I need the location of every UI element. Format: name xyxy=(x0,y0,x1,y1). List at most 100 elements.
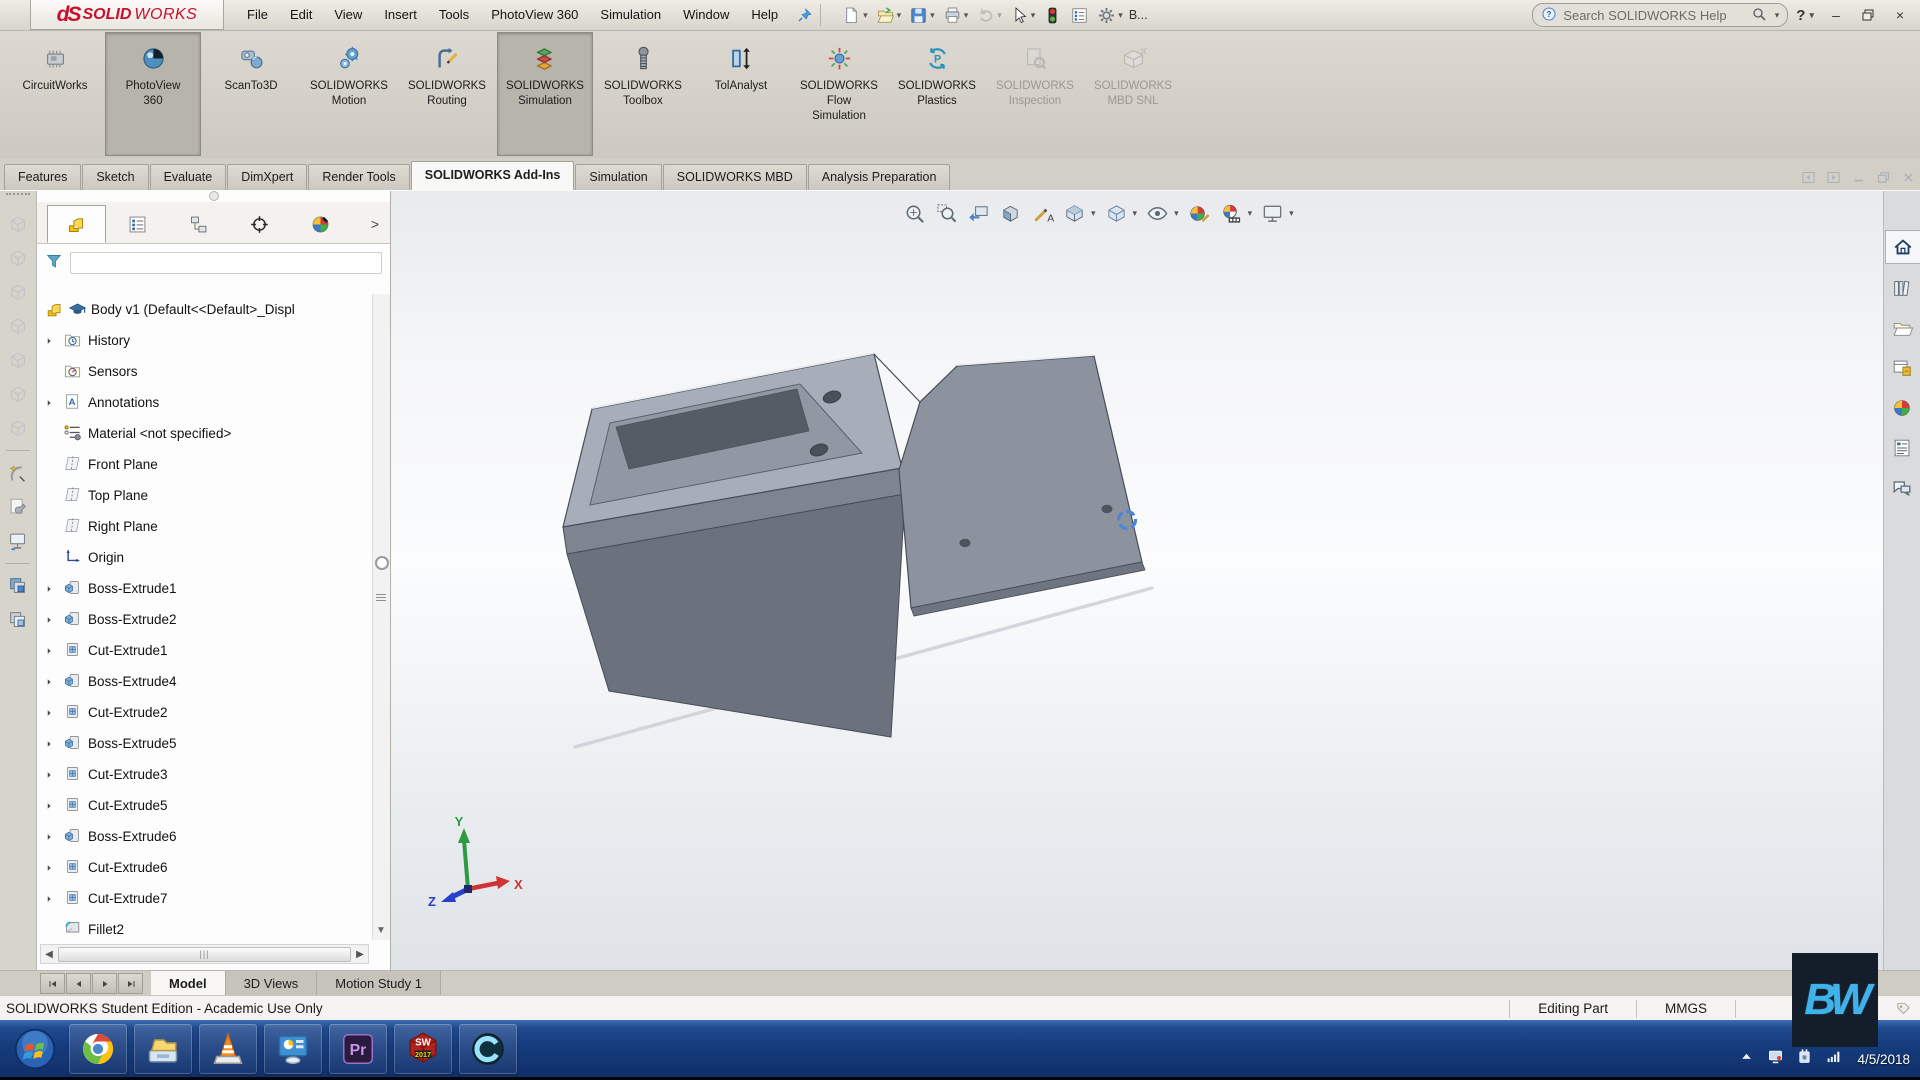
dropdown-caret-icon[interactable]: ▾ xyxy=(863,10,868,21)
expand-arrow-icon[interactable] xyxy=(41,739,57,749)
taskbar-chrome-button[interactable] xyxy=(69,1024,127,1074)
addin-photoview-button[interactable]: PhotoView 360 xyxy=(105,32,201,156)
expand-arrow-icon[interactable] xyxy=(41,801,57,811)
tree-item-cut-extrude5[interactable]: Cut-Extrude5 xyxy=(37,790,372,821)
filter-input[interactable] xyxy=(70,252,382,274)
menu-insert[interactable]: Insert xyxy=(373,0,428,30)
tree-item-boss-extrude1[interactable]: Boss-Extrude1 xyxy=(37,573,372,604)
expand-arrow-icon[interactable] xyxy=(41,398,57,408)
taskbar-camtasia-button[interactable] xyxy=(459,1024,517,1074)
tree-item-cut-extrude1[interactable]: Cut-Extrude1 xyxy=(37,635,372,666)
options-list-button[interactable] xyxy=(1068,4,1091,27)
addin-plastics-button[interactable]: PSOLIDWORKS Plastics xyxy=(889,32,985,156)
scrollbar-thumb[interactable]: ||| xyxy=(58,947,351,962)
win-next-icon[interactable] xyxy=(1826,170,1841,185)
tray-bars-icon[interactable] xyxy=(1824,1047,1843,1071)
nav-prev-button[interactable] xyxy=(66,973,91,994)
tree-root-item[interactable]: Body v1 (Default<<Default>_Displ xyxy=(37,294,372,325)
tab-render-tools[interactable]: Render Tools xyxy=(308,164,409,190)
tree-item-cut-extrude7[interactable]: Cut-Extrude7 xyxy=(37,883,372,914)
dropdown-caret-icon[interactable]: ▾ xyxy=(897,10,902,21)
taskbar-solidworks-2017-button[interactable]: SW2017 xyxy=(394,1024,452,1074)
addin-routing-button[interactable]: SOLIDWORKS Routing xyxy=(399,32,495,156)
layers-b-icon[interactable] xyxy=(0,603,36,637)
tp-library-button[interactable] xyxy=(1885,272,1919,304)
taskbar-start-button[interactable] xyxy=(8,1024,62,1074)
tp-palette-button[interactable] xyxy=(1885,352,1919,384)
addin-motion-button[interactable]: SOLIDWORKS Motion xyxy=(301,32,397,156)
nav-next-button[interactable] xyxy=(92,973,117,994)
featuremanager-tab-part[interactable] xyxy=(47,205,106,243)
layers-a-icon[interactable] xyxy=(0,569,36,603)
tab-evaluate[interactable]: Evaluate xyxy=(150,164,227,190)
tab-solidworks-add-ins[interactable]: SOLIDWORKS Add-Ins xyxy=(411,161,575,190)
tree-item-boss-extrude2[interactable]: Boss-Extrude2 xyxy=(37,604,372,635)
search-input[interactable]: ? Search SOLIDWORKS Help ▾ xyxy=(1532,3,1788,27)
menu-tools[interactable]: Tools xyxy=(428,0,480,30)
expand-arrow-icon[interactable] xyxy=(41,615,57,625)
featuremanager-tab-target[interactable] xyxy=(230,205,289,243)
tp-home-button[interactable] xyxy=(1885,230,1920,264)
scrollbar-grip[interactable] xyxy=(376,592,386,603)
tree-item-annotations[interactable]: AAnnotations xyxy=(37,387,372,418)
dropdown-caret-icon[interactable]: ▾ xyxy=(1031,10,1036,21)
expand-arrow-icon[interactable] xyxy=(41,677,57,687)
doc-wrench-icon[interactable] xyxy=(0,490,36,524)
featuremanager-tab-config[interactable] xyxy=(169,205,228,243)
tree-item-right-plane[interactable]: Right Plane xyxy=(37,511,372,542)
tree-item-history[interactable]: History xyxy=(37,325,372,356)
undo-button[interactable]: ▾ xyxy=(974,4,1004,27)
tp-explorer-button[interactable] xyxy=(1885,312,1919,344)
quick-tips-icon[interactable] xyxy=(1886,1000,1920,1017)
nav-first-button[interactable] xyxy=(40,973,65,994)
featuremanager-tab-list[interactable] xyxy=(108,205,167,243)
expand-arrow-icon[interactable] xyxy=(41,708,57,718)
open-button[interactable]: ▾ xyxy=(874,4,904,27)
menu-photoview-360[interactable]: PhotoView 360 xyxy=(480,0,589,30)
tray-monitor-icon[interactable] xyxy=(1766,1047,1785,1071)
taskbar-display-settings-button[interactable] xyxy=(264,1024,322,1074)
units-selector[interactable]: MMGS xyxy=(1637,1001,1735,1016)
cad-model-3d-view[interactable]: Y X Z xyxy=(391,190,1884,970)
cube-icon[interactable] xyxy=(0,377,36,411)
dropdown-caret-icon[interactable]: ▾ xyxy=(930,10,935,21)
tree-item-material-not-specified-[interactable]: Material <not specified> xyxy=(37,418,372,449)
tp-appearance-button[interactable] xyxy=(1885,392,1919,424)
tree-item-cut-extrude3[interactable]: Cut-Extrude3 xyxy=(37,759,372,790)
tp-props-button[interactable] xyxy=(1885,432,1919,464)
menu-help[interactable]: Help xyxy=(740,0,789,30)
tab-analysis-preparation[interactable]: Analysis Preparation xyxy=(808,164,951,190)
menu-simulation[interactable]: Simulation xyxy=(589,0,672,30)
tree-item-boss-extrude5[interactable]: Boss-Extrude5 xyxy=(37,728,372,759)
menu-file[interactable]: File xyxy=(236,0,279,30)
expand-arrow-icon[interactable] xyxy=(41,894,57,904)
addin-simulation-button[interactable]: SOLIDWORKS Simulation xyxy=(497,32,593,156)
minimize-button[interactable]: – xyxy=(1822,3,1850,27)
tree-horizontal-scrollbar[interactable]: ◀ ||| ▶ xyxy=(40,944,369,964)
tab-3d-views[interactable]: 3D Views xyxy=(226,971,318,996)
tab-dimxpert[interactable]: DimXpert xyxy=(227,164,307,190)
new-button[interactable]: ▾ xyxy=(840,4,870,27)
monitor-sm-icon[interactable] xyxy=(0,524,36,558)
tree-item-boss-extrude6[interactable]: Boss-Extrude6 xyxy=(37,821,372,852)
win-prev-icon[interactable] xyxy=(1801,170,1816,185)
search-icon[interactable] xyxy=(1751,6,1767,25)
xpress-products-button[interactable] xyxy=(1041,4,1064,27)
tree-item-cut-extrude6[interactable]: Cut-Extrude6 xyxy=(37,852,372,883)
menu-view[interactable]: View xyxy=(323,0,373,30)
expand-arrow-icon[interactable] xyxy=(41,646,57,656)
tab-features[interactable]: Features xyxy=(4,164,81,190)
nav-last-button[interactable] xyxy=(118,973,143,994)
taskbar-premiere-button[interactable]: Pr xyxy=(329,1024,387,1074)
expand-arrow-icon[interactable] xyxy=(41,336,57,346)
toolbar-overflow-button[interactable]: B... xyxy=(1129,8,1148,22)
addin-toolbox-button[interactable]: SOLIDWORKS Toolbox xyxy=(595,32,691,156)
cube-icon[interactable] xyxy=(0,241,36,275)
taskbar-explorer-button[interactable] xyxy=(134,1024,192,1074)
tab-model[interactable]: Model xyxy=(151,971,226,996)
tree-item-sensors[interactable]: Sensors xyxy=(37,356,372,387)
sketch-star-icon[interactable] xyxy=(0,456,36,490)
save-button[interactable]: ▾ xyxy=(907,4,937,27)
tray-plug-icon[interactable] xyxy=(1795,1047,1814,1071)
search-dropdown-caret-icon[interactable]: ▾ xyxy=(1775,10,1780,21)
